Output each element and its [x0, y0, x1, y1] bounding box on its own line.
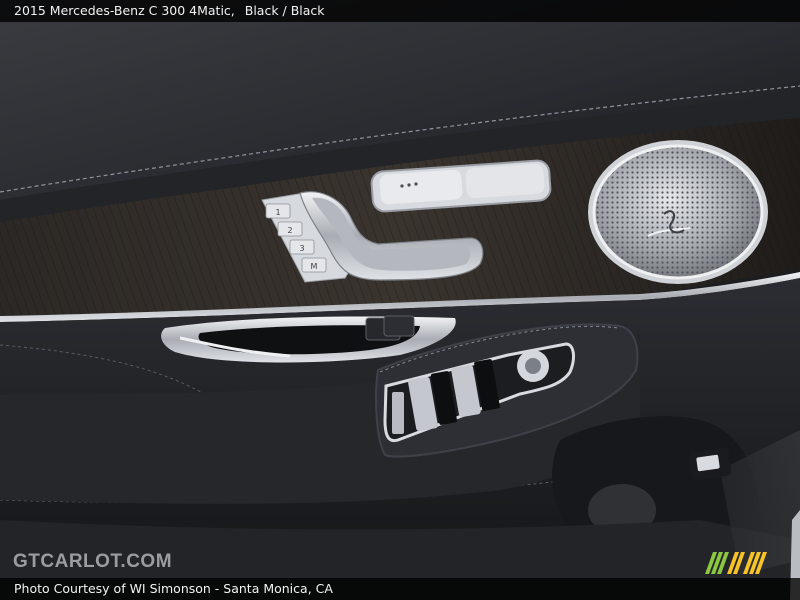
seat-memory-button-2: 2 — [287, 226, 292, 235]
site-watermark: GTCARLOT.COM — [13, 551, 173, 572]
speaker-grille — [588, 140, 768, 284]
seat-memory-button-1: 1 — [275, 208, 280, 217]
site-logo-stripes-icon — [705, 552, 767, 574]
car-door-interior-photo: 123M — [0, 0, 800, 600]
photo-frame: 123M 2015 Mercedes-Benz C 300 4Matic, Bl… — [0, 0, 800, 600]
photo-credit: Photo Courtesy of WI Simonson - Santa Mo… — [14, 581, 333, 596]
photo-credit-bar: Photo Courtesy of WI Simonson - Santa Mo… — [0, 578, 800, 600]
seat-memory-button-m: M — [311, 262, 318, 271]
caption-title: 2015 Mercedes-Benz C 300 4Matic, — [14, 3, 235, 18]
seat-memory-button-3: 3 — [299, 244, 304, 253]
photo-caption-bar: 2015 Mercedes-Benz C 300 4Matic, Black /… — [0, 0, 800, 22]
caption-subtitle: Black / Black — [244, 3, 325, 18]
courtesy-light — [688, 447, 732, 481]
